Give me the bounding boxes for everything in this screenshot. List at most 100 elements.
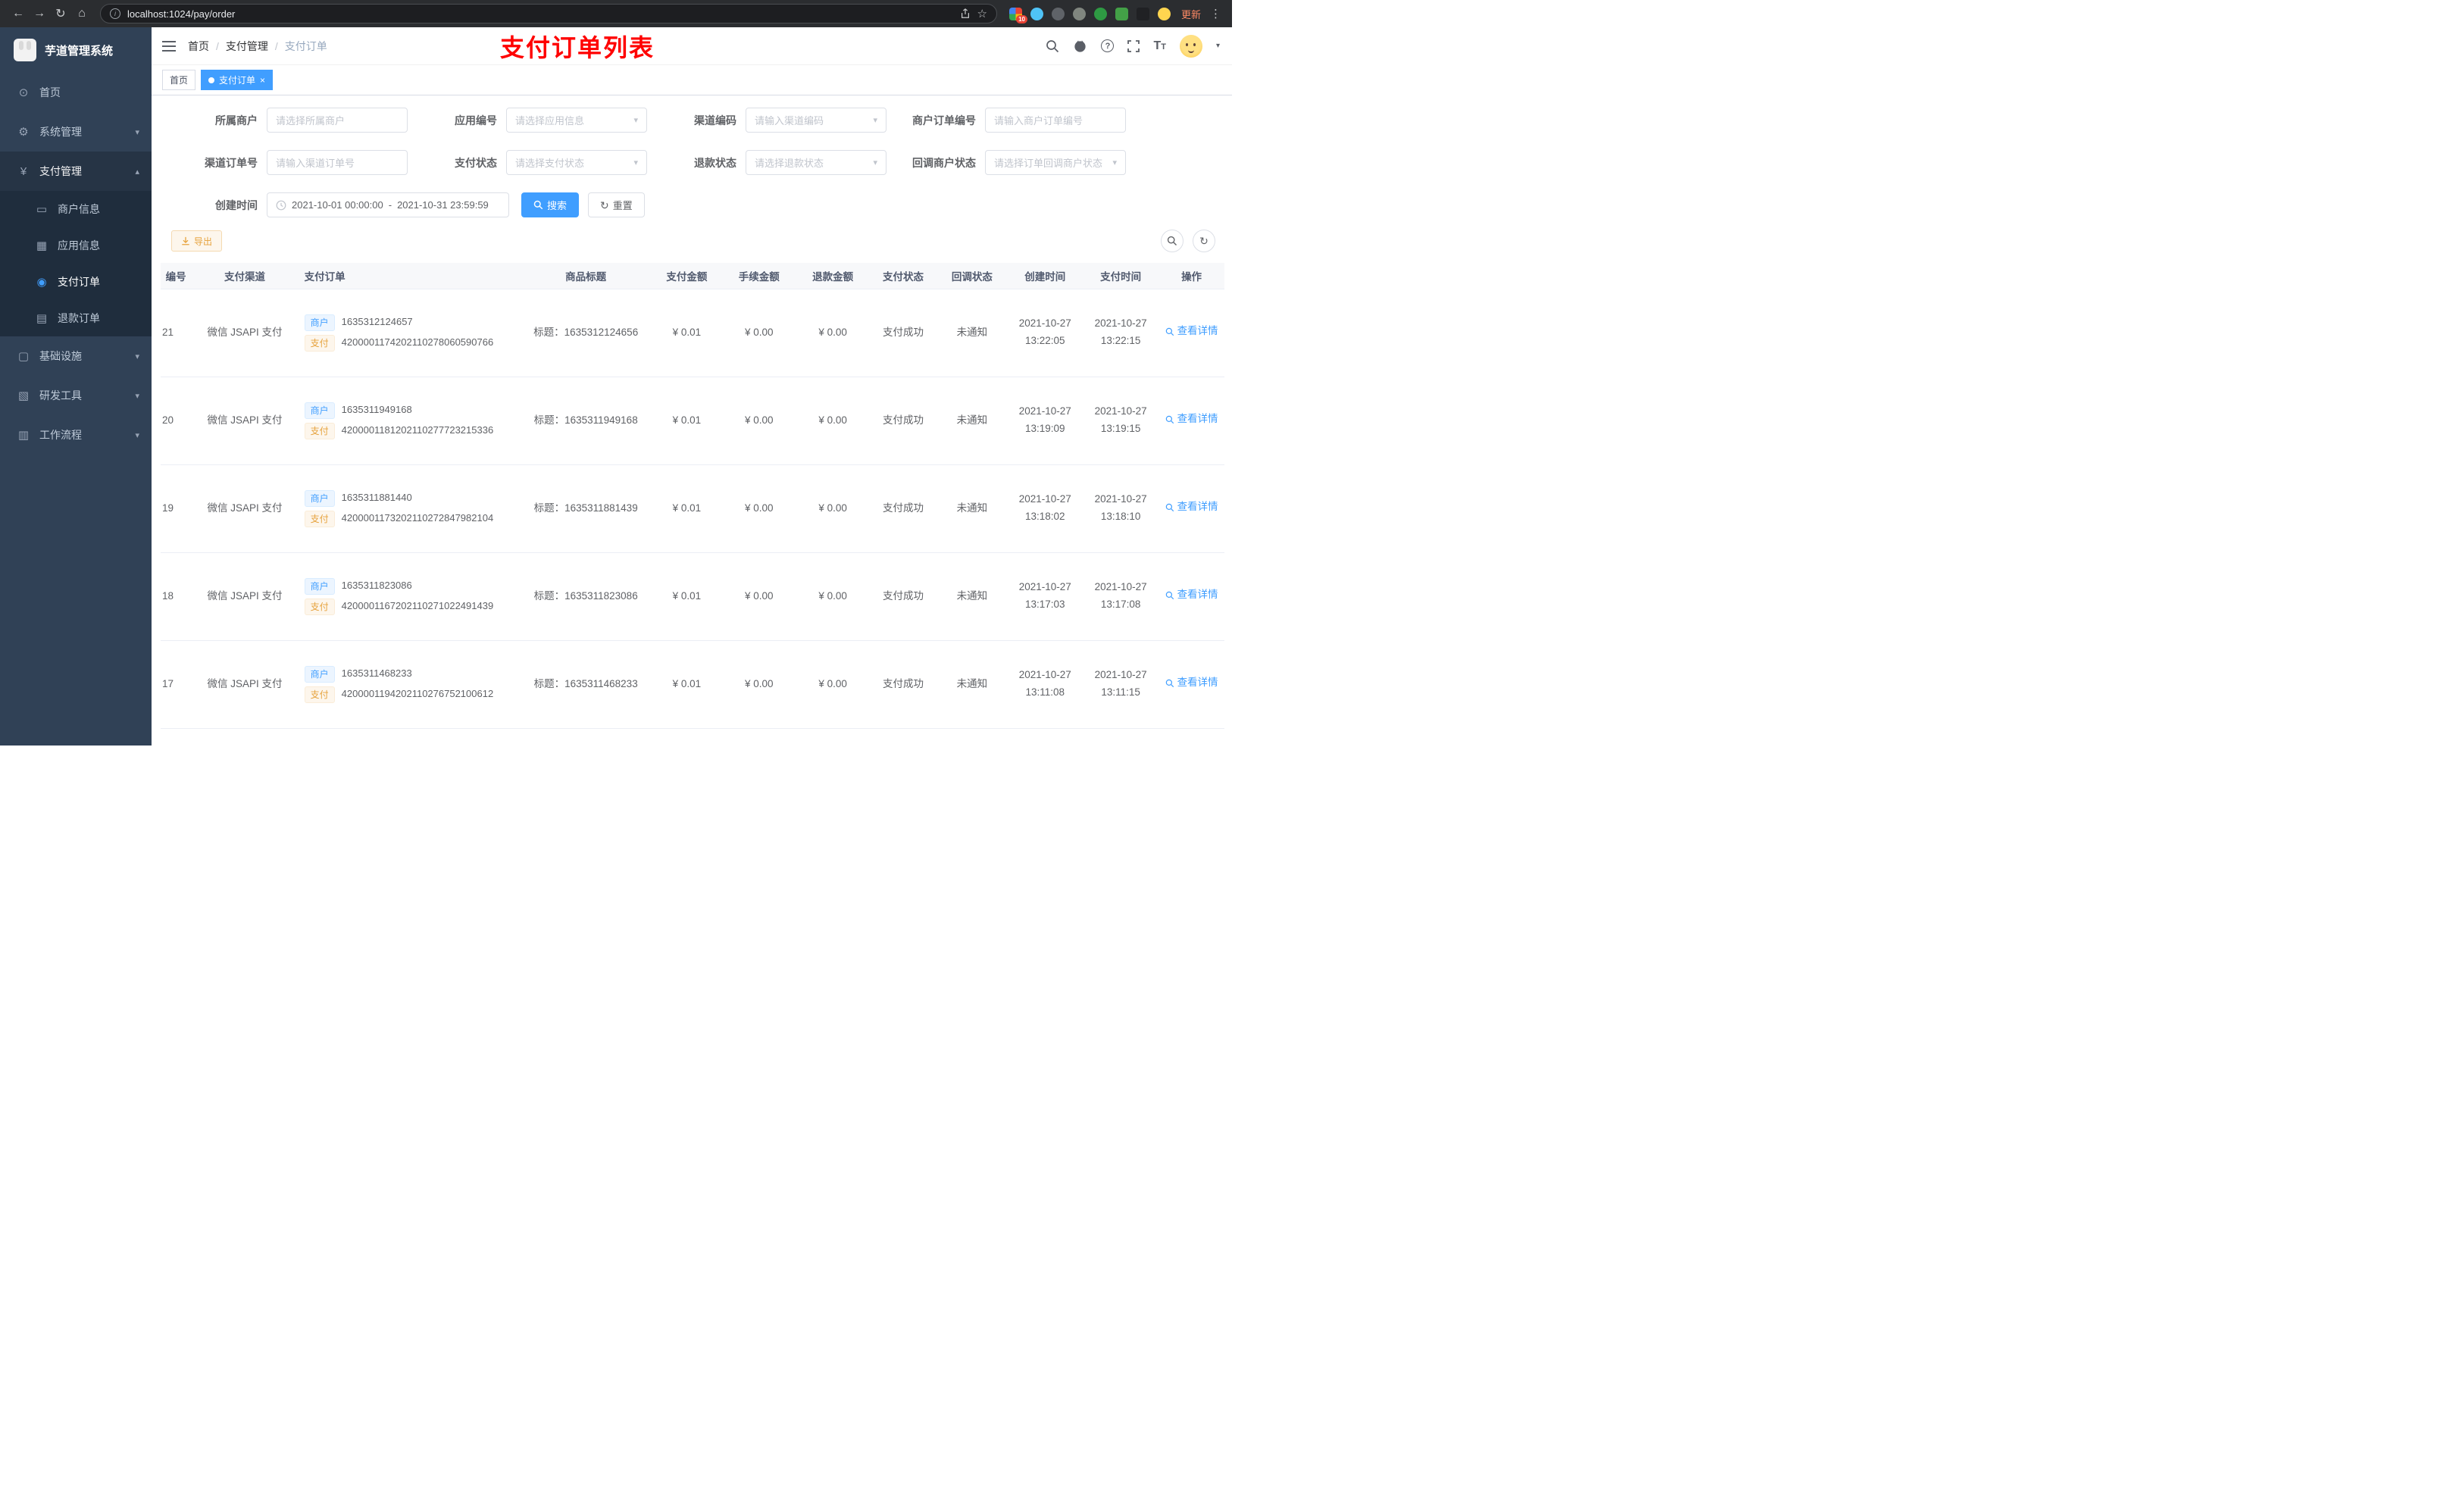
view-detail-link[interactable]: 查看详情 <box>1165 675 1218 691</box>
url-text: localhost:1024/pay/order <box>127 8 236 20</box>
view-detail-link[interactable]: 查看详情 <box>1165 411 1218 427</box>
sidebar-item-dev-tools[interactable]: ▧ 研发工具 ▾ <box>0 376 152 415</box>
filter-select-refund-status[interactable]: 请选择退款状态 ▾ <box>746 150 886 175</box>
close-icon[interactable]: × <box>260 76 265 85</box>
cell-action <box>1159 728 1224 746</box>
merchant-order-line: 商户 1635311823086 <box>304 577 518 595</box>
date-start-value[interactable]: 2021-10-01 00:00:00 <box>292 199 383 211</box>
filter-label: 回调商户状态 <box>912 156 976 169</box>
sidebar-item-home[interactable]: ⊙ 首页 <box>0 73 152 112</box>
tab-pay-order[interactable]: 支付订单 × <box>201 70 274 90</box>
filter-input-channel-order-no[interactable]: 请输入渠道订单号 <box>267 150 408 175</box>
filter-select-channel-code[interactable]: 请输入渠道编码 ▾ <box>746 108 886 133</box>
breadcrumb-home[interactable]: 首页 <box>188 39 209 54</box>
browser-menu-icon[interactable]: ⋮ <box>1207 7 1224 20</box>
fullscreen-icon[interactable] <box>1127 39 1140 52</box>
table-row: 商户1635311157126 <box>161 728 1224 746</box>
extension-icon-2[interactable] <box>1072 7 1086 20</box>
page-info-icon[interactable]: i <box>110 8 120 19</box>
app-logo[interactable]: 芋道管理系统 <box>0 27 152 73</box>
bookmark-star-icon[interactable]: ☆ <box>977 7 987 20</box>
merchant-tag: 商户 <box>304 577 335 595</box>
filter-select-pay-status[interactable]: 请选择支付状态 ▾ <box>506 150 647 175</box>
merchant-tag: 商户 <box>304 402 335 419</box>
app-shell: 芋道管理系统 ⊙ 首页 ⚙ 系统管理 ▾ ¥ 支付管理 ▴ ▭ 商户信息 ▦ 应用信息 ◉ 支付订单 ▤ 退款… <box>0 27 1232 746</box>
sidebar-item-infrastructure[interactable]: ▢ 基础设施 ▾ <box>0 336 152 376</box>
chevron-down-icon[interactable]: ▾ <box>1216 42 1220 50</box>
extension-icon-4[interactable] <box>1115 7 1128 20</box>
share-icon[interactable] <box>960 8 971 19</box>
browser-reload-icon[interactable]: ↻ <box>50 3 71 24</box>
table-row: 19 微信 JSAPI 支付 商户 1635311881440 支付 4200001173… <box>161 464 1224 553</box>
extension-drop-icon[interactable] <box>1030 7 1043 20</box>
breadcrumb-pay-manage[interactable]: 支付管理 <box>226 39 268 54</box>
tab-home[interactable]: 首页 <box>162 70 196 90</box>
browser-home-icon[interactable]: ⌂ <box>71 3 92 24</box>
font-size-icon[interactable]: TT <box>1153 39 1166 52</box>
toggle-search-button[interactable] <box>1161 230 1184 252</box>
filter-input-merchant[interactable]: 请选择所属商户 <box>267 108 408 133</box>
placeholder-text: 请选择所属商户 <box>276 115 346 127</box>
filter-label: 渠道编码 <box>694 114 736 127</box>
address-bar[interactable]: i localhost:1024/pay/order ☆ <box>100 4 997 23</box>
refresh-icon: ↻ <box>1199 234 1209 247</box>
pay-tag: 支付 <box>304 510 335 527</box>
cell-title: 标题：1635312124656 <box>520 289 652 377</box>
browser-chrome: ← → ↻ ⌂ i localhost:1024/pay/order ☆ 10 … <box>0 0 1232 27</box>
channel-order-no: 4200001167202110271022491439 <box>341 600 494 612</box>
search-icon[interactable] <box>1046 39 1059 53</box>
export-button-label: 导出 <box>194 236 213 247</box>
avatar[interactable] <box>1179 34 1202 58</box>
refresh-table-button[interactable]: ↻ <box>1193 230 1215 252</box>
channel-order-no: 4200001194202110276752100612 <box>341 688 494 700</box>
channel-order-line: 支付 4200001167202110271022491439 <box>304 598 518 615</box>
cell-fee: ¥ 0.00 <box>721 552 796 641</box>
filter-input-merchant-order-no[interactable]: 请输入商户订单编号 <box>985 108 1126 133</box>
sidebar-item-pay-order[interactable]: ◉ 支付订单 <box>0 264 152 300</box>
help-icon[interactable]: ? <box>1101 39 1115 52</box>
filter-label: 渠道订单号 <box>205 156 258 169</box>
extensions-puzzle-icon[interactable]: 10 <box>1008 7 1027 23</box>
placeholder-text: 请选择应用信息 <box>515 115 585 127</box>
view-detail-link[interactable]: 查看详情 <box>1165 587 1218 603</box>
sidebar-item-app-info[interactable]: ▦ 应用信息 <box>0 227 152 264</box>
cell-notify: 未通知 <box>937 640 1008 729</box>
sidebar-item-payment[interactable]: ¥ 支付管理 ▴ <box>0 152 152 191</box>
column-header-3: 商品标题 <box>520 263 652 289</box>
tab-label: 支付订单 <box>219 75 256 86</box>
merchant-order-no: 1635311823086 <box>341 580 412 592</box>
chevron-down-icon: ▾ <box>633 158 638 167</box>
sidebar-item-label: 基础设施 <box>39 350 82 362</box>
magnifier-icon <box>1165 415 1174 424</box>
view-detail-link[interactable]: 查看详情 <box>1165 324 1218 339</box>
cell-title: 标题：1635311468233 <box>520 640 652 729</box>
extension-face-icon[interactable] <box>1157 7 1171 20</box>
sidebar-item-workflow[interactable]: ▥ 工作流程 ▾ <box>0 415 152 455</box>
sidebar-item-system[interactable]: ⚙ 系统管理 ▾ <box>0 112 152 152</box>
browser-update-button[interactable]: 更新 <box>1181 7 1201 21</box>
sidebar-item-refund-order[interactable]: ▤ 退款订单 <box>0 300 152 336</box>
filter-select-app-no[interactable]: 请选择应用信息 ▾ <box>506 108 647 133</box>
cell-amount: ¥ 0.01 <box>651 552 722 641</box>
browser-back-icon[interactable]: ← <box>8 3 29 24</box>
channel-order-line: 支付 4200001194202110276752100612 <box>304 686 518 703</box>
extension-pin-icon[interactable] <box>1136 7 1149 20</box>
date-range-input[interactable]: 2021-10-01 00:00:00 - 2021-10-31 23:59:5… <box>267 192 509 217</box>
extension-icon-3[interactable] <box>1093 7 1107 20</box>
filter-select-notify-status[interactable]: 请选择订单回调商户状态 ▾ <box>985 150 1126 175</box>
search-button[interactable]: 搜索 <box>521 192 580 217</box>
view-detail-link[interactable]: 查看详情 <box>1165 499 1218 515</box>
browser-forward-icon[interactable]: → <box>29 3 50 24</box>
extension-icon-1[interactable] <box>1051 7 1065 20</box>
date-end-value[interactable]: 2021-10-31 23:59:59 <box>397 199 489 211</box>
channel-order-no: 4200001173202110272847982104 <box>341 512 494 524</box>
filter-field-merchant: 所属商户 请选择所属商户 <box>191 108 430 133</box>
reset-button[interactable]: ↻ 重置 <box>588 192 645 217</box>
view-detail-label: 查看详情 <box>1177 413 1218 425</box>
column-header-1: 支付渠道 <box>191 263 299 289</box>
export-button[interactable]: 导出 <box>171 230 223 252</box>
cell-id: 20 <box>161 377 192 465</box>
hamburger-icon[interactable] <box>162 27 176 64</box>
github-icon[interactable] <box>1073 39 1087 53</box>
sidebar-item-merchant-info[interactable]: ▭ 商户信息 <box>0 191 152 227</box>
